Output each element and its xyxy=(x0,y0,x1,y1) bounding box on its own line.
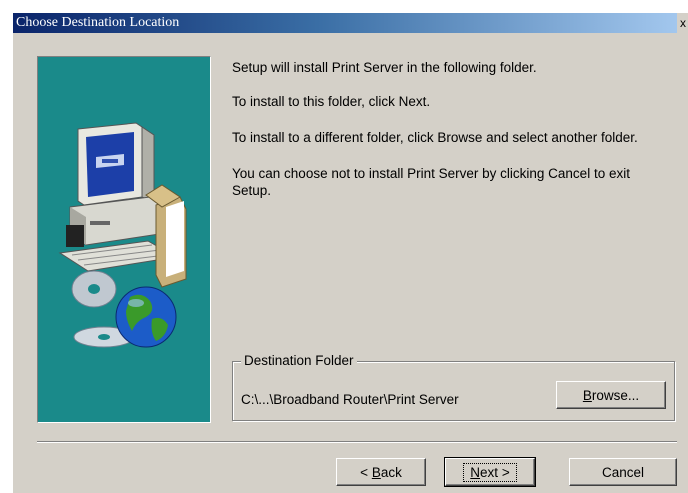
close-icon[interactable]: x xyxy=(677,13,688,33)
destination-folder-legend: Destination Folder xyxy=(241,353,357,368)
cancel-label: Cancel xyxy=(601,464,645,480)
cancel-instruction-text: You can choose not to install Print Serv… xyxy=(232,166,630,198)
back-button[interactable]: < Back xyxy=(336,458,426,486)
browse-instruction-text: To install to a different folder, click … xyxy=(232,130,638,145)
next-accelerator: N xyxy=(470,464,481,480)
browse-label: rowse... xyxy=(591,387,640,403)
side-illustration-panel xyxy=(37,56,211,423)
back-chevron-icon: < xyxy=(360,464,369,480)
next-label: ext xyxy=(480,464,499,480)
next-instruction-text: To install to this folder, click Next. xyxy=(232,94,431,109)
browse-button[interactable]: Browse... xyxy=(556,381,666,409)
back-accelerator: B xyxy=(371,464,381,480)
computer-with-globe-and-cds-icon xyxy=(58,122,187,348)
destination-folder-group: Destination Folder C:\...\Broadband Rout… xyxy=(232,353,675,421)
intro-text: Setup will install Print Server in the f… xyxy=(232,60,537,75)
cancel-button[interactable]: Cancel xyxy=(569,458,677,486)
window-title: Choose Destination Location xyxy=(16,15,180,30)
title-bar[interactable]: Choose Destination Location x xyxy=(13,13,688,33)
footer-separator xyxy=(37,441,677,443)
browse-accelerator: B xyxy=(582,387,592,403)
next-chevron-icon: > xyxy=(501,464,510,480)
back-label: ack xyxy=(380,464,402,480)
next-focus-rect: Next > xyxy=(463,462,517,482)
setup-dialog: Choose Destination Location x Setup will… xyxy=(12,13,688,493)
destination-folder-path: C:\...\Broadband Router\Print Server xyxy=(241,392,459,407)
next-button[interactable]: Next > xyxy=(444,457,536,487)
